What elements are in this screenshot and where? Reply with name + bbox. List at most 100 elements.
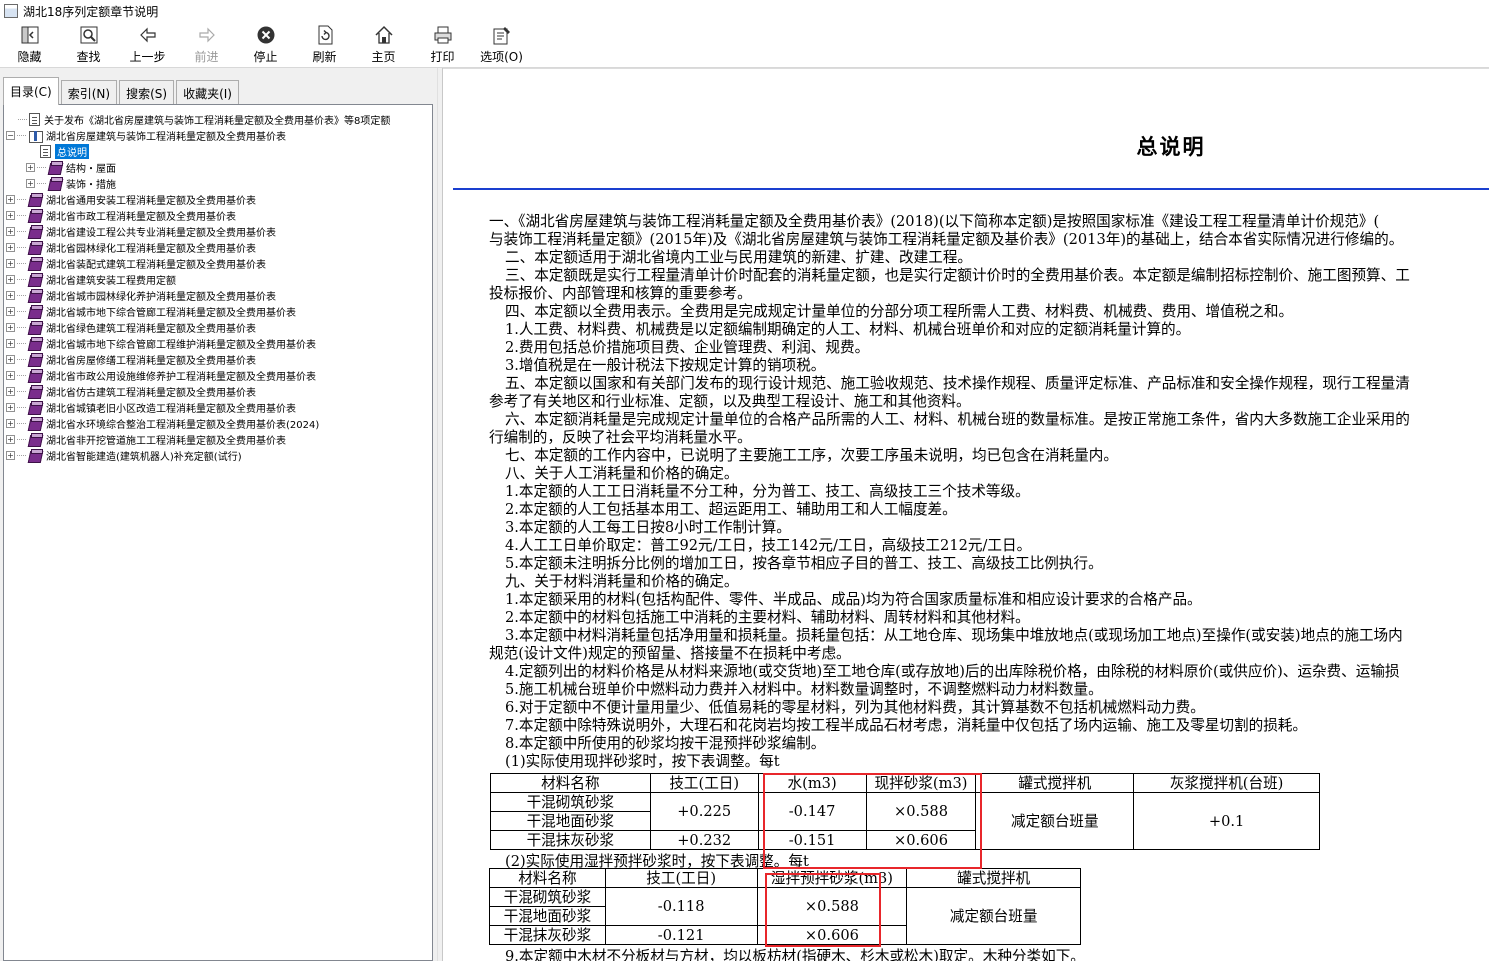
document-icon — [29, 112, 40, 126]
table-cell: 减定额台班量 — [906, 887, 1081, 945]
expand-icon[interactable]: + — [6, 402, 15, 412]
hide-button[interactable]: 隐藏 — [0, 22, 59, 67]
expand-icon[interactable]: + — [26, 178, 35, 188]
table-header: 罐式搅拌机 — [975, 773, 1135, 793]
expand-icon[interactable]: + — [6, 450, 15, 460]
paragraph: 1.本定额采用的材料(包括构配件、零件、半成品、成品)均为符合国家质量标准和相应… — [505, 591, 1202, 608]
paragraph: 九、关于材料消耗量和价格的确定。 — [505, 573, 739, 590]
expand-icon[interactable]: + — [6, 274, 15, 284]
expand-icon[interactable]: + — [6, 370, 15, 380]
book-icon — [28, 400, 43, 414]
paragraph: 5.本定额未注明拆分比例的增加工日，按各章节相应子目的普工、技工、高级技工比例执… — [505, 555, 1103, 572]
expand-icon[interactable]: + — [6, 258, 15, 268]
tab-contents[interactable]: 目录(C) — [3, 77, 59, 105]
tab-favorites[interactable]: 收藏夹(I) — [176, 80, 239, 105]
tree-item[interactable]: + 湖北省通用安装工程消耗量定额及全费用基价表 — [6, 191, 432, 207]
table-header: 灰浆搅拌机(台班) — [1133, 773, 1320, 793]
tree-item[interactable]: + 湖北省市政工程消耗量定额及全费用基价表 — [6, 207, 432, 223]
options-icon — [493, 27, 510, 45]
refresh-button[interactable]: 刷新 — [295, 22, 354, 67]
arrow-right-icon — [198, 27, 215, 43]
tree-item[interactable]: + 湖北省智能建造(建筑机器人)补充定额(试行) — [6, 447, 432, 463]
paragraph: 投标报价、内部管理和核算的重要参考。 — [489, 285, 752, 302]
table-header: 技工(工日) — [649, 773, 759, 793]
tree-item[interactable]: + 湖北省建设工程公共专业消耗量定额及全费用基价表 — [6, 223, 432, 239]
tree-item[interactable]: + 湖北省城市园林绿化养护消耗量定额及全费用基价表 — [6, 287, 432, 303]
document-title: 总说明 — [1136, 135, 1206, 159]
book-icon — [28, 432, 43, 446]
paragraph: 3.增值税是在一般计税法下按规定计算的销项税。 — [505, 357, 826, 374]
forward-button[interactable]: 前进 — [177, 22, 236, 67]
tree-item[interactable]: + 湖北省市政公用设施维修养护工程消耗量定额及全费用基价表 — [6, 367, 432, 383]
home-icon — [374, 25, 393, 44]
book-icon — [28, 352, 43, 366]
options-button[interactable]: 选项(O) — [472, 22, 531, 67]
expand-icon[interactable]: + — [6, 338, 15, 348]
tree-item[interactable]: 关于发布《湖北省房屋建筑与装饰工程消耗量定额及全费用基价表》等8项定额 — [6, 111, 432, 127]
tree-item[interactable]: + 结构・屋面 — [6, 159, 432, 175]
tree-item[interactable]: + 湖北省装配式建筑工程消耗量定额及全费用基价表 — [6, 255, 432, 271]
expand-icon[interactable]: + — [6, 306, 15, 316]
expand-icon[interactable]: + — [6, 434, 15, 444]
window-title: 湖北18序列定额章节说明 — [23, 4, 159, 19]
table-cell: +0.225 — [649, 792, 759, 831]
tree-item[interactable]: + 湖北省城市地下综合管廊工程维护消耗量定额及全费用基价表 — [6, 335, 432, 351]
book-icon — [28, 384, 43, 398]
tree-item[interactable]: + 装饰・措施 — [6, 175, 432, 191]
expand-icon[interactable]: + — [6, 354, 15, 364]
collapse-icon[interactable]: − — [6, 130, 15, 140]
book-icon — [28, 448, 43, 462]
printer-icon — [434, 26, 451, 44]
table-header: 材料名称 — [489, 868, 606, 888]
table-cell: 干混砌筑砂浆 — [490, 792, 651, 812]
tree-item[interactable]: + 湖北省绿色建筑工程消耗量定额及全费用基价表 — [6, 319, 432, 335]
expand-icon[interactable]: + — [6, 290, 15, 300]
annotation-box-wet-mortar — [765, 873, 881, 947]
expand-icon[interactable]: + — [6, 242, 15, 252]
paragraph: 5.施工机械台班单价中燃料动力费并入材料中。材料数量调整时，不调整燃料动力材料数… — [505, 681, 1103, 698]
table-header: 技工(工日) — [604, 868, 758, 888]
book-icon — [28, 416, 43, 430]
book-icon — [28, 320, 43, 334]
paragraph: 7.本定额中除特殊说明外，大理石和花岗岩均按工程半成品石材考虑，消耗量中仅包括了… — [505, 717, 1307, 734]
paragraph: 6.对于定额中不便计量用量少、低值易耗的零星材料，列为其他材料费，其计算基数不包… — [505, 699, 1205, 716]
print-button[interactable]: 打印 — [413, 22, 472, 67]
tree-item[interactable]: + 湖北省房屋修缮工程消耗量定额及全费用基价表 — [6, 351, 432, 367]
tab-search[interactable]: 搜索(S) — [119, 80, 175, 105]
tree-item[interactable]: + 湖北省城市地下综合管廊工程消耗量定额及全费用基价表 — [6, 303, 432, 319]
tree-item-selected[interactable]: 总说明 — [6, 143, 432, 159]
table-cell: 干混抹灰砂浆 — [489, 925, 606, 945]
table-cell: -0.118 — [604, 887, 758, 926]
find-button[interactable]: 查找 — [59, 22, 118, 67]
tree-item[interactable]: + 湖北省园林绿化工程消耗量定额及全费用基价表 — [6, 239, 432, 255]
tree-item[interactable]: − 湖北省房屋建筑与装饰工程消耗量定额及全费用基价表 — [6, 127, 432, 143]
hide-icon — [21, 26, 38, 44]
expand-icon[interactable]: + — [6, 210, 15, 220]
tree-item[interactable]: + 湖北省城镇老旧小区改造工程消耗量定额及全费用基价表 — [6, 399, 432, 415]
book-icon — [28, 272, 43, 286]
expand-icon[interactable]: + — [6, 386, 15, 396]
app-icon — [4, 4, 18, 18]
expand-icon[interactable]: + — [6, 322, 15, 332]
navigation-pane: 目录(C) 索引(N) 搜索(S) 收藏夹(I) 关于发布《湖北省房屋建筑与装饰… — [0, 68, 437, 961]
tree-item[interactable]: + 湖北省建筑安装工程费用定额 — [6, 271, 432, 287]
tree-item[interactable]: + 湖北省水环境综合整治工程消耗量定额及全费用基价表(2024) — [6, 415, 432, 431]
tab-index[interactable]: 索引(N) — [60, 80, 118, 105]
paragraph: 三、本定额既是实行工程量清单计价时配套的消耗量定额，也是实行定额计价时的全费用基… — [505, 267, 1410, 284]
paragraph: 四、本定额以全费用表示。全费用是完成规定计量单位的分部分项工程所需人工费、材料费… — [505, 303, 1294, 320]
back-button[interactable]: 上一步 — [118, 22, 177, 67]
book-icon — [28, 256, 43, 270]
expand-icon[interactable]: + — [6, 194, 15, 204]
expand-icon[interactable]: + — [26, 162, 35, 172]
expand-icon[interactable]: + — [6, 226, 15, 236]
paragraph: 五、本定额以国家和有关部门发布的现行设计规范、施工验收规范、技术操作规程、质量评… — [505, 375, 1410, 392]
paragraph: 4.人工工日单价取定：普工92元/工日，技工142元/工日，高级技工212元/工… — [505, 537, 1032, 554]
tree-item[interactable]: + 湖北省非开挖管道施工工程消耗量定额及全费用基价表 — [6, 431, 432, 447]
tree-item[interactable]: + 湖北省仿古建筑工程消耗量定额及全费用基价表 — [6, 383, 432, 399]
book-icon — [28, 208, 43, 222]
expand-icon[interactable]: + — [6, 418, 15, 428]
home-button[interactable]: 主页 — [354, 22, 413, 67]
table-cell: 减定额台班量 — [975, 792, 1135, 850]
stop-button[interactable]: 停止 — [236, 22, 295, 67]
document-icon — [40, 144, 51, 158]
